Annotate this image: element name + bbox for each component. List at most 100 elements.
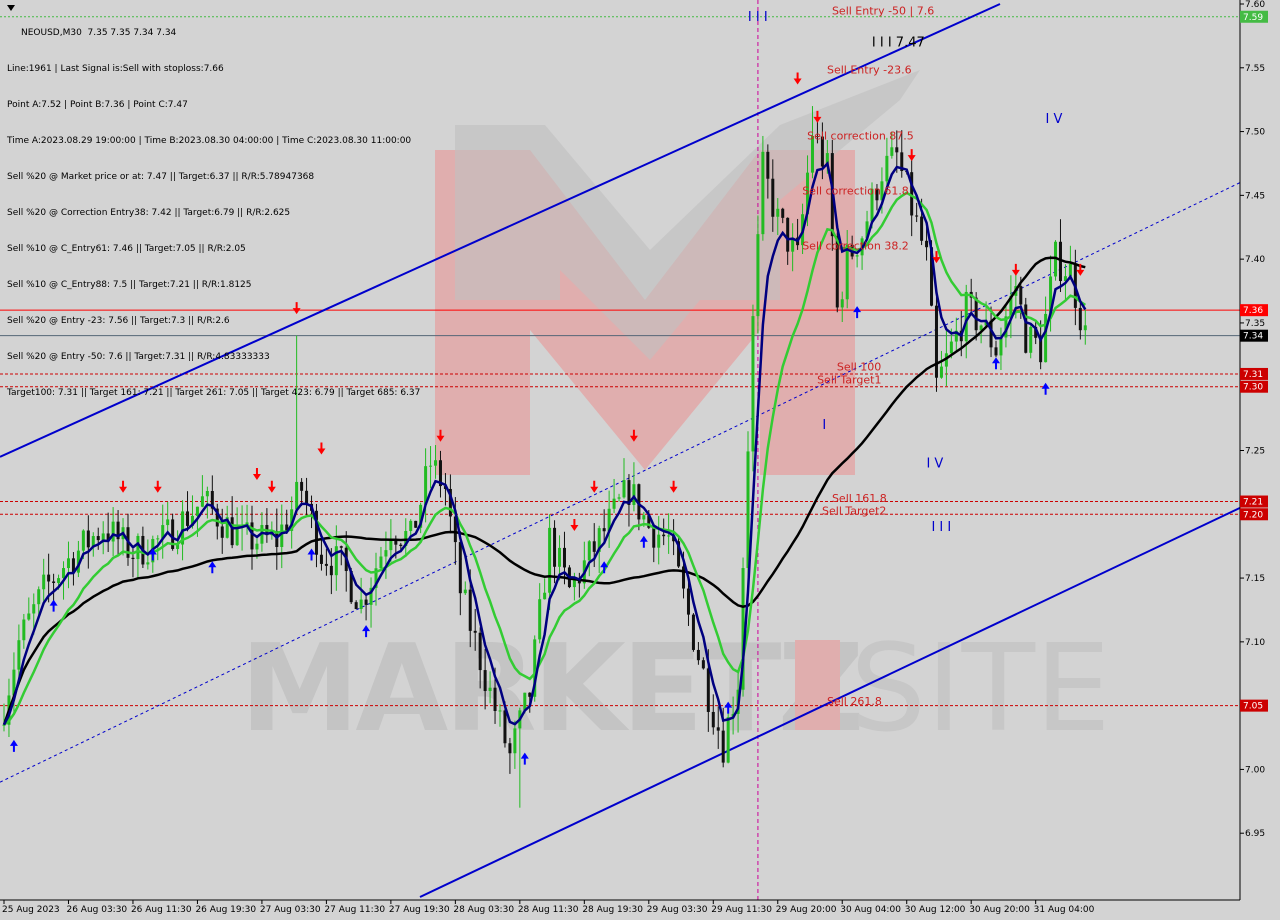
candle-body [920, 216, 924, 241]
candle-body [890, 147, 894, 156]
candle-body [295, 481, 299, 510]
candle-body [111, 521, 115, 542]
price-tick-label: 7.55 [1245, 64, 1265, 74]
wave-label: I [822, 418, 826, 433]
candle-body [389, 540, 393, 551]
time-tick-label: 29 Aug 20:00 [776, 905, 837, 915]
candle-body [934, 305, 938, 378]
info-line: Sell %20 @ Entry -23: 7.56 || Target:7.3… [7, 316, 230, 326]
info-line: Sell %20 @ Entry -50: 7.6 || Target:7.31… [7, 352, 270, 362]
price-label: 7.30 [1243, 383, 1263, 393]
candle-body [895, 147, 899, 153]
candle-body [1068, 263, 1072, 277]
wave-label: I I I [931, 520, 951, 535]
candle-body [1029, 326, 1033, 353]
price-tick-label: 7.35 [1245, 319, 1265, 329]
candle-body [166, 519, 170, 526]
price-tick-label: 7.40 [1245, 255, 1265, 265]
candle-body [186, 511, 190, 526]
wave-label: I V [926, 456, 943, 471]
time-tick-label: 31 Aug 04:00 [1034, 905, 1095, 915]
candle-body [205, 490, 209, 497]
candle-body [493, 687, 497, 712]
candle-body [22, 619, 26, 641]
candle-body [483, 670, 487, 692]
candle-body [558, 547, 562, 567]
candle-body [86, 530, 90, 548]
price-tick-label: 7.25 [1245, 446, 1265, 456]
time-tick-label: 28 Aug 03:30 [453, 905, 514, 915]
candle-body [200, 496, 204, 507]
candle-body [612, 498, 616, 509]
candle-body [716, 727, 720, 731]
level-label: Sell Target2 [822, 505, 886, 518]
time-tick-label: 26 Aug 11:30 [131, 905, 192, 915]
candle-body [548, 527, 552, 593]
candle-body [488, 687, 492, 692]
candle-body [855, 255, 859, 257]
candle-body [414, 520, 418, 528]
candle-body [1078, 307, 1082, 331]
price-label: 7.05 [1243, 702, 1263, 712]
time-tick-label: 30 Aug 04:00 [840, 905, 901, 915]
info-panel: NEOUSD,M30 7.35 7.35 7.34 7.34 Line:1961… [7, 3, 420, 411]
candle-body [662, 534, 666, 537]
candle-body [384, 550, 388, 557]
level-label: Sell correction 38.2 [802, 239, 909, 252]
time-tick-label: 26 Aug 19:30 [195, 905, 256, 915]
candle-body [81, 530, 85, 551]
candle-body [543, 592, 547, 600]
candle-body [131, 557, 135, 560]
candle-body [964, 291, 968, 342]
candle-body [230, 517, 234, 546]
info-line: Sell %20 @ Correction Entry38: 7.42 || T… [7, 208, 291, 218]
time-tick-label: 28 Aug 11:30 [518, 905, 579, 915]
candle-body [696, 649, 700, 661]
level-label: Sell correction 87.5 [807, 130, 914, 143]
price-label: 7.36 [1243, 306, 1263, 316]
candle-body [726, 717, 730, 763]
candle-body [329, 565, 333, 576]
time-tick-label: 27 Aug 11:30 [324, 905, 385, 915]
candle-body [751, 316, 755, 452]
candle-body [845, 244, 849, 300]
candle-body [17, 640, 21, 670]
time-tick-label: 30 Aug 12:00 [905, 905, 966, 915]
candle-body [538, 599, 542, 640]
candle-body [101, 533, 105, 541]
level-label: Sell 100 [837, 361, 881, 374]
time-tick-label: 25 Aug 2023 [2, 905, 60, 915]
candle-body [463, 589, 467, 594]
candle-body [617, 497, 621, 499]
level-label: Sell 161.8 [832, 492, 887, 505]
candle-body [220, 526, 224, 538]
time-tick-label: 27 Aug 19:30 [389, 905, 450, 915]
candle-body [999, 337, 1003, 356]
price-tick-label: 7.45 [1245, 191, 1265, 201]
candle-body [1019, 286, 1023, 305]
candle-body [632, 484, 636, 505]
candle-body [498, 710, 502, 712]
price-label: 7.21 [1243, 498, 1263, 508]
candle-body [429, 465, 433, 467]
candle-body [652, 527, 656, 548]
candle-body [399, 544, 403, 547]
candle-body [686, 588, 690, 615]
candle-body [667, 535, 671, 537]
candle-body [562, 547, 566, 568]
candle-body [146, 562, 150, 565]
candle-body [508, 743, 512, 754]
candle-body [156, 538, 160, 540]
candle-body [523, 692, 527, 711]
candle-body [458, 542, 462, 594]
candle-body [756, 234, 760, 317]
candle-body [468, 589, 472, 631]
wave-label: I I I 7.47 [872, 35, 925, 50]
candle-body [761, 151, 765, 235]
candle-body [32, 604, 36, 614]
price-tick-label: 7.10 [1245, 638, 1265, 648]
candle-body [409, 520, 413, 531]
candle-body [52, 581, 56, 583]
price-tick-label: 7.00 [1245, 765, 1265, 775]
info-line: Time A:2023.08.29 19:00:00 | Time B:2023… [7, 136, 412, 146]
